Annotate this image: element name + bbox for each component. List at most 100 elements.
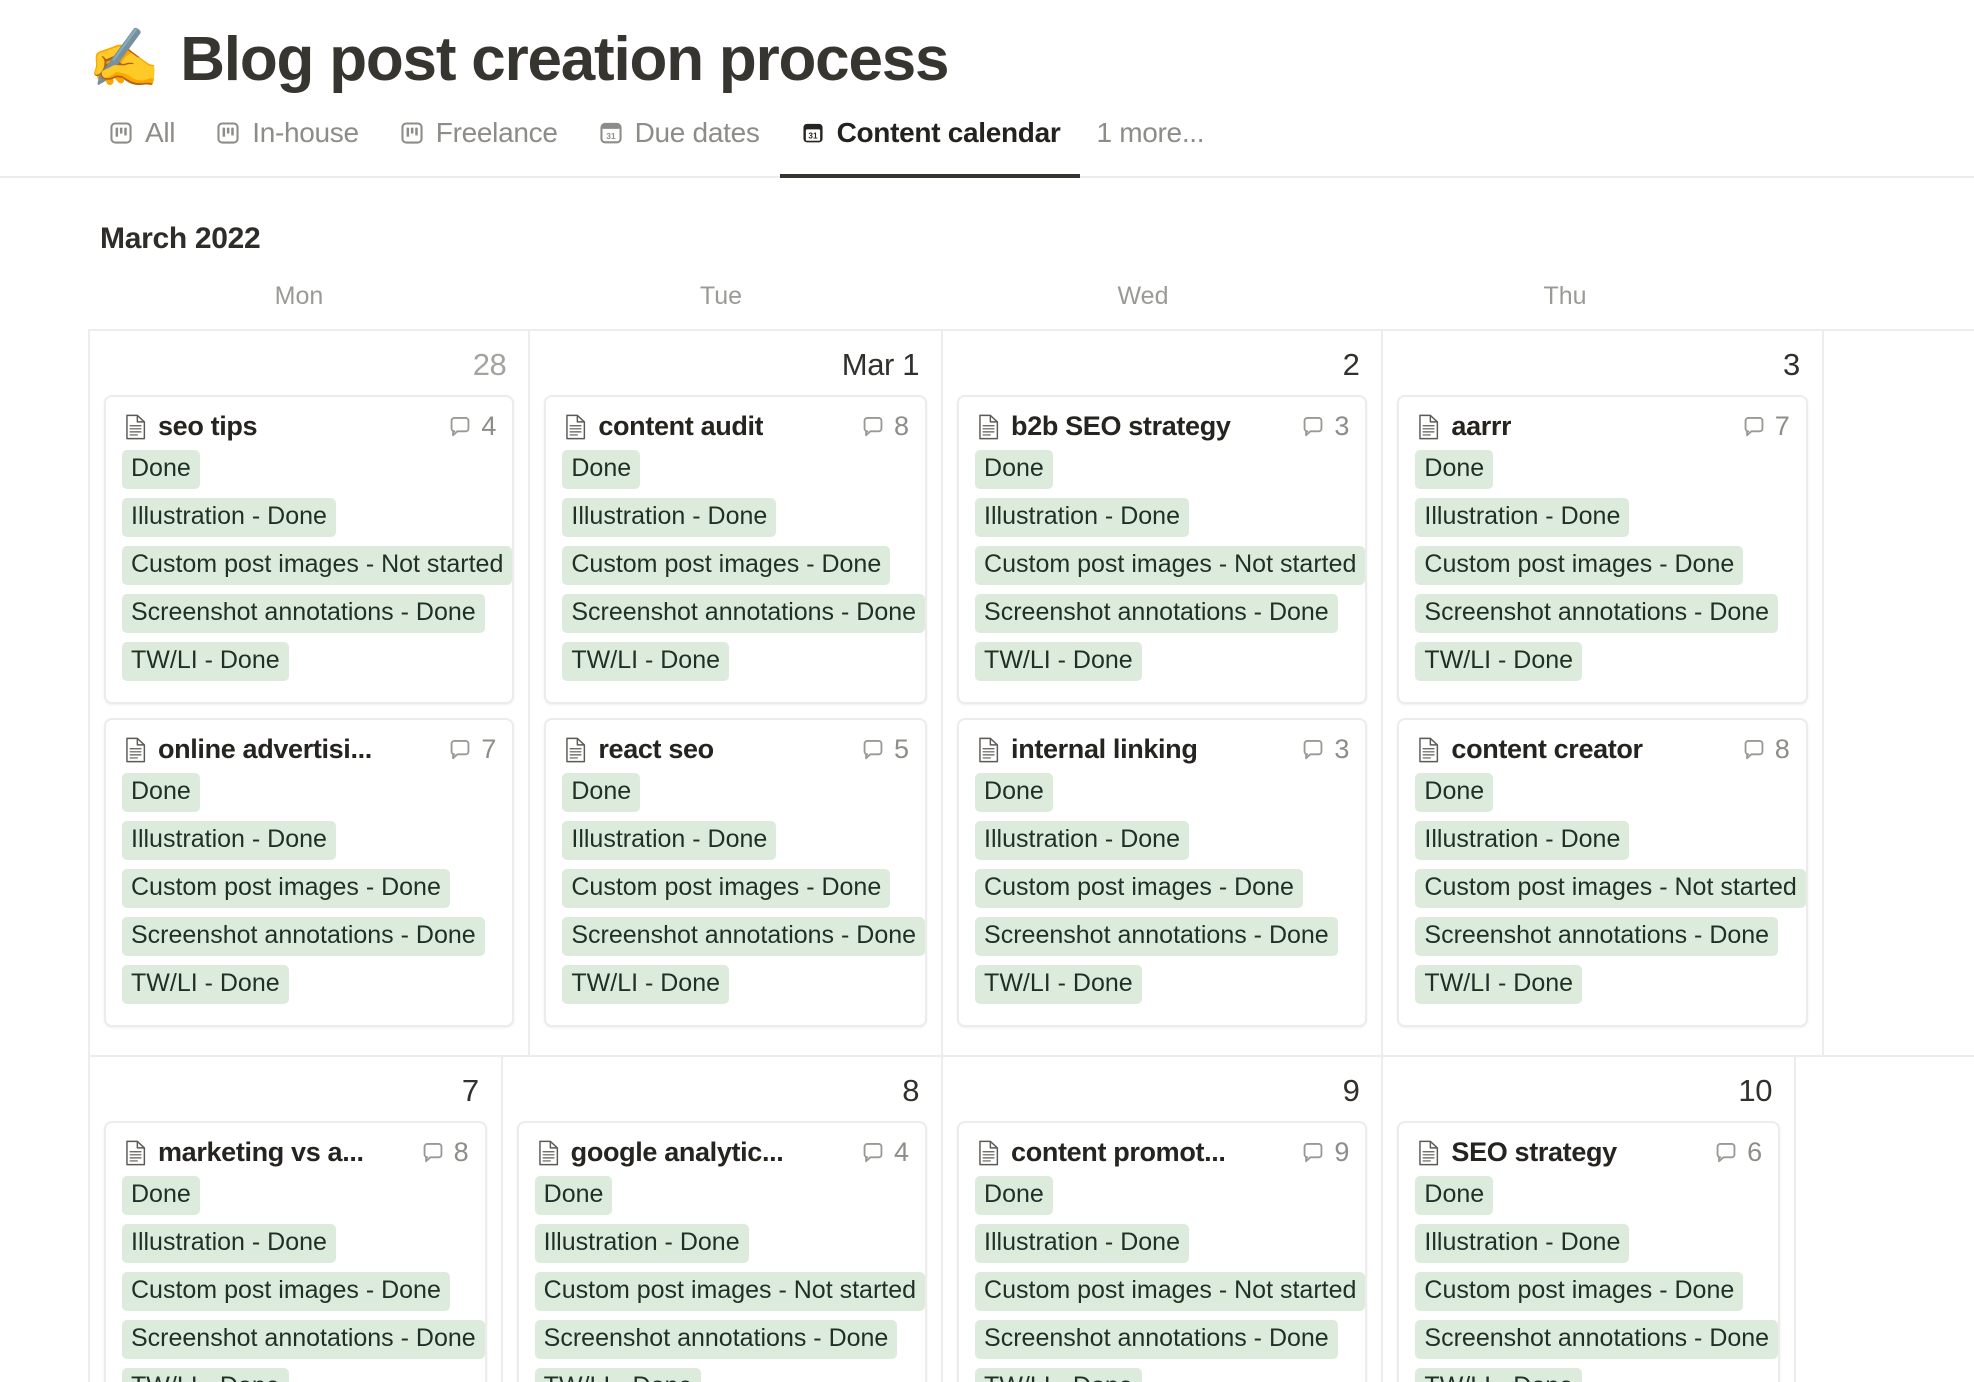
comment-count-group[interactable]: 8 <box>1741 734 1790 765</box>
calendar-event-card[interactable]: online advertisi... 7 Done Illustration - D… <box>104 718 515 1027</box>
status-tag: Custom post images - Done <box>562 546 891 585</box>
comment-count-group[interactable]: 8 <box>420 1137 469 1168</box>
calendar-event-card[interactable]: content audit 8 Done Illustration - Done Cus… <box>544 395 928 704</box>
calendar-icon-wrap: 31 <box>598 120 624 160</box>
calendar-day-cell[interactable]: 4 <box>1823 331 1974 1055</box>
status-tag: Illustration - Done <box>1415 498 1630 537</box>
comment-icon[interactable] <box>447 737 473 763</box>
comment-icon[interactable] <box>1713 1140 1739 1166</box>
tag-line: Screenshot annotations - Done <box>546 594 926 642</box>
status-tag: Screenshot annotations - Done <box>1415 1320 1779 1359</box>
card-tags: Done Illustration - Done Custom post image… <box>519 1168 926 1382</box>
comment-icon[interactable] <box>1741 737 1767 763</box>
day-of-week-fri: Fri <box>1776 282 1974 329</box>
tab-1-more[interactable]: 1 more... <box>1080 104 1224 176</box>
tag-line: Illustration - Done <box>546 821 925 869</box>
card-header: internal linking 3 <box>959 734 1365 765</box>
tag-line: Done <box>519 1176 925 1224</box>
comment-icon[interactable] <box>1300 737 1326 763</box>
comment-count-group[interactable]: 3 <box>1300 411 1349 442</box>
comment-icon[interactable] <box>860 1140 886 1166</box>
page-icon <box>1419 414 1439 439</box>
status-tag: Custom post images - Not started <box>122 546 513 585</box>
status-tag: Done <box>562 450 641 489</box>
day-number: 7 <box>461 1073 479 1108</box>
calendar-event-card[interactable]: aarrr 7 Done Illustration - Done Custom post… <box>1397 395 1808 704</box>
comment-count-group[interactable]: 4 <box>447 411 496 442</box>
calendar-event-card[interactable]: content creator 8 Done Illustration - Done C… <box>1397 718 1808 1027</box>
calendar-day-cell[interactable]: 11 <box>1796 1057 1974 1382</box>
page-icon-wrap <box>564 737 588 763</box>
status-tag: Custom post images - Done <box>975 869 1303 908</box>
day-number: 11 <box>1796 1057 1974 1121</box>
status-tag: Done <box>122 773 200 812</box>
card-tags: Done Illustration - Done Custom post image… <box>106 442 513 690</box>
comment-count-group[interactable]: 8 <box>860 411 909 442</box>
comment-count-group[interactable]: 7 <box>447 734 496 765</box>
notion-calendar-page: ✍️ Blog post creation process All In-hous… <box>0 0 1974 1382</box>
tab-all[interactable]: All <box>88 104 195 176</box>
comment-count-group[interactable]: 6 <box>1713 1137 1762 1168</box>
tag-line: TW/LI - Done <box>1399 642 1805 690</box>
calendar-event-card[interactable]: b2b SEO strategy 3 Done Illustration - Done… <box>957 395 1368 704</box>
tab-label: Freelance <box>435 117 558 148</box>
calendar-event-card[interactable]: google analytic... 4 Done Illustration - Do… <box>516 1121 928 1382</box>
day-number: 2 <box>1342 347 1360 382</box>
calendar-day-cell[interactable]: Mar 1 content audit 8 Done Illustration - Do… <box>530 331 944 1055</box>
comment-count: 5 <box>894 734 910 764</box>
svg-text:31: 31 <box>808 131 818 140</box>
tag-line: TW/LI - Done <box>106 642 512 690</box>
tag-line: Done <box>959 450 1365 498</box>
status-tag: TW/LI - Done <box>562 965 730 1004</box>
calendar-event-card[interactable]: content promot... 9 Done Illustration - Don… <box>957 1121 1368 1382</box>
comment-count: 9 <box>1334 1137 1350 1167</box>
comment-icon[interactable] <box>860 414 886 440</box>
comment-icon[interactable] <box>1300 1140 1326 1166</box>
status-tag: Screenshot annotations - Done <box>1415 594 1779 633</box>
page-icon <box>538 1140 558 1165</box>
tag-line: Illustration - Done <box>106 821 512 869</box>
tab-content-calendar[interactable]: 31 Content calendar <box>779 104 1081 178</box>
comment-icon[interactable] <box>420 1140 446 1166</box>
tag-line: TW/LI - Done <box>106 1368 485 1382</box>
card-header: b2b SEO strategy 3 <box>959 411 1365 442</box>
tab-freelance[interactable]: Freelance <box>379 104 578 176</box>
status-tag: TW/LI - Done <box>122 1368 289 1382</box>
comment-count-group[interactable]: 5 <box>860 734 909 765</box>
card-tags: Done Illustration - Done Custom post image… <box>1399 1168 1779 1382</box>
page-title[interactable]: Blog post creation process <box>180 24 949 95</box>
card-header: content promot... 9 <box>959 1137 1365 1168</box>
calendar-event-card[interactable]: SEO strategy 6 Done Illustration - Done Cust… <box>1397 1121 1781 1382</box>
calendar-event-card[interactable]: react seo 5 Done Illustration - Done Custom … <box>544 718 928 1027</box>
tab-in-house[interactable]: In-house <box>195 104 379 176</box>
comment-count-group[interactable]: 7 <box>1741 411 1790 442</box>
calendar-event-card[interactable]: seo tips 4 Done Illustration - Done Custom p… <box>104 395 515 704</box>
tab-due-dates[interactable]: 31 Due dates <box>578 104 780 176</box>
comment-icon[interactable] <box>860 737 886 763</box>
comment-icon[interactable] <box>1300 414 1326 440</box>
comment-icon[interactable] <box>447 414 473 440</box>
calendar-event-card[interactable]: marketing vs a... 8 Done Illustration - Don… <box>104 1121 487 1382</box>
card-title: SEO strategy <box>1451 1137 1617 1167</box>
calendar-event-card[interactable]: internal linking 3 Done Illustration - Done… <box>957 718 1368 1027</box>
comment-count-group[interactable]: 9 <box>1300 1137 1349 1168</box>
tag-line: TW/LI - Done <box>959 965 1365 1013</box>
calendar-day-cell[interactable]: 8 google analytic... 4 Done Illustration - D… <box>502 1057 944 1382</box>
calendar-day-cell[interactable]: 28 seo tips 4 Done Illustration - Done Custom… <box>88 331 531 1055</box>
status-tag: Illustration - Done <box>975 821 1189 860</box>
calendar-day-cell[interactable]: 7 marketing vs a... 8 Done Illustration - Do… <box>88 1057 503 1382</box>
status-tag: Done <box>534 1176 613 1215</box>
calendar-day-cell[interactable]: 9 content promot... 9 Done Illustration - Do… <box>943 1057 1384 1382</box>
comment-count-group[interactable]: 3 <box>1300 734 1349 765</box>
comment-icon[interactable] <box>1741 414 1767 440</box>
calendar-grid: MonTueWedThuFri 28seo tips4DoneIllustrat… <box>0 282 1974 1382</box>
card-title: content creator <box>1451 734 1643 764</box>
calendar-day-cell[interactable]: 2 b2b SEO strategy 3 Done Illustration - Don… <box>943 331 1384 1055</box>
tag-line: Screenshot annotations - Done <box>1399 594 1805 642</box>
page-emoji-icon[interactable]: ✍️ <box>88 30 160 88</box>
calendar-day-cell[interactable]: 3 aarrr 7 Done Illustration - Done Custom pos… <box>1383 331 1824 1055</box>
calendar-day-cell[interactable]: 10 SEO strategy 6 Done Illustration - Done Cu… <box>1383 1057 1797 1382</box>
comment-count-group[interactable]: 4 <box>860 1137 909 1168</box>
card-tags: Done Illustration - Done Custom post image… <box>959 442 1366 690</box>
status-tag: Done <box>975 450 1053 489</box>
